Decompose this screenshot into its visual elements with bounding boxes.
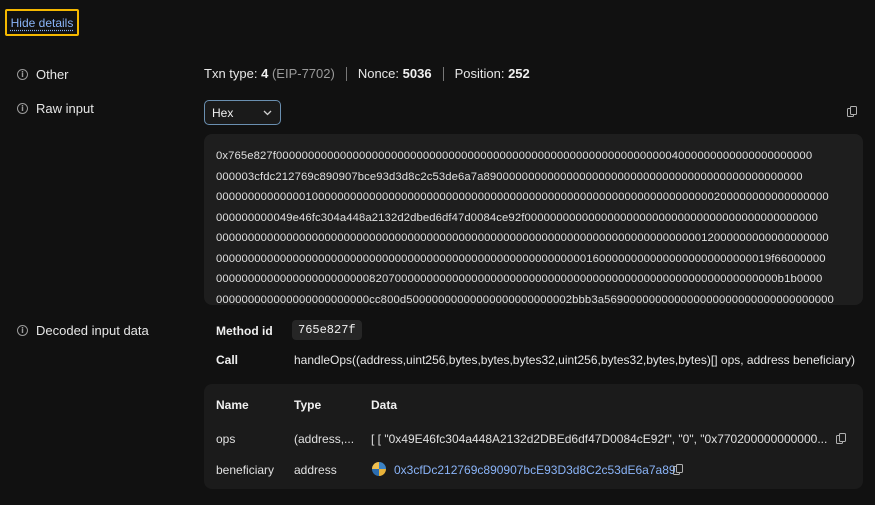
column-header-type: Type xyxy=(294,398,322,412)
nonce-value: 5036 xyxy=(402,66,432,81)
format-select[interactable]: Hex xyxy=(204,100,281,125)
hex-line: 000000000049e46fc304a448a2132d2dbed6df47… xyxy=(216,211,819,224)
column-header-name: Name xyxy=(216,398,249,412)
info-icon: i xyxy=(17,103,28,114)
hex-line: 0000000000000000000000000000000000000000… xyxy=(216,232,829,244)
method-id-value: 765e827f xyxy=(292,320,362,340)
position-value: 252 xyxy=(508,66,530,81)
hide-details-toggle[interactable]: Hide details xyxy=(5,9,79,36)
txn-type-note: (EIP-7702) xyxy=(271,66,335,81)
copy-icon[interactable] xyxy=(836,433,846,444)
address-avatar-icon xyxy=(372,462,386,476)
format-select-value: Hex xyxy=(212,105,234,120)
method-id-label: Method id xyxy=(216,324,273,338)
hex-line: 000003cfdc212769c890907bce93d3d8c2c53de6… xyxy=(216,170,803,183)
info-icon: i xyxy=(17,325,28,336)
nonce-label: Nonce: xyxy=(357,66,400,81)
position-label: Position: xyxy=(454,66,505,81)
hex-line: 0000000000000000000000000000000000000000… xyxy=(216,252,826,265)
txn-type-label: Txn type: xyxy=(204,66,258,81)
hex-line: 0000000000000010000000000000000000000000… xyxy=(216,191,829,203)
hide-details-link[interactable]: Hide details xyxy=(11,16,74,30)
copy-icon[interactable] xyxy=(847,106,857,117)
decoded-input-label: Decoded input data xyxy=(36,323,149,338)
hex-line: 0000000000000000000000008207000000000000… xyxy=(216,273,823,285)
other-label: Other xyxy=(36,67,69,82)
param-type: address xyxy=(294,463,337,477)
param-name: ops xyxy=(216,432,236,446)
hex-line: 000000000000000000000000cc800d5000000000… xyxy=(216,293,834,306)
raw-input-label: Raw input xyxy=(36,101,94,116)
txn-type-value: 4 xyxy=(261,66,269,81)
copy-icon[interactable] xyxy=(673,464,683,475)
other-details: Txn type: 4 (EIP-7702) Nonce: 5036 Posit… xyxy=(204,66,530,81)
param-type: (address,... xyxy=(294,432,355,446)
chevron-down-icon xyxy=(263,110,272,115)
raw-input-hex-box[interactable]: 0x765e827f000000000000000000000000000000… xyxy=(204,134,863,305)
beneficiary-address-link[interactable]: 0x3cfDc212769c890907bcE93D3d8C2c53dE6a7a… xyxy=(394,463,676,477)
call-label: Call xyxy=(216,353,239,367)
column-header-data: Data xyxy=(371,398,398,412)
info-icon: i xyxy=(17,69,28,80)
divider xyxy=(345,66,347,81)
divider xyxy=(442,66,444,81)
hex-line: 0x765e827f000000000000000000000000000000… xyxy=(216,150,813,162)
param-data: [ [ "0x49E46fc304a448A2132d2DBEd6df47D00… xyxy=(371,432,828,446)
param-name: beneficiary xyxy=(216,463,275,477)
call-signature: handleOps((address,uint256,bytes,bytes,b… xyxy=(294,353,855,367)
